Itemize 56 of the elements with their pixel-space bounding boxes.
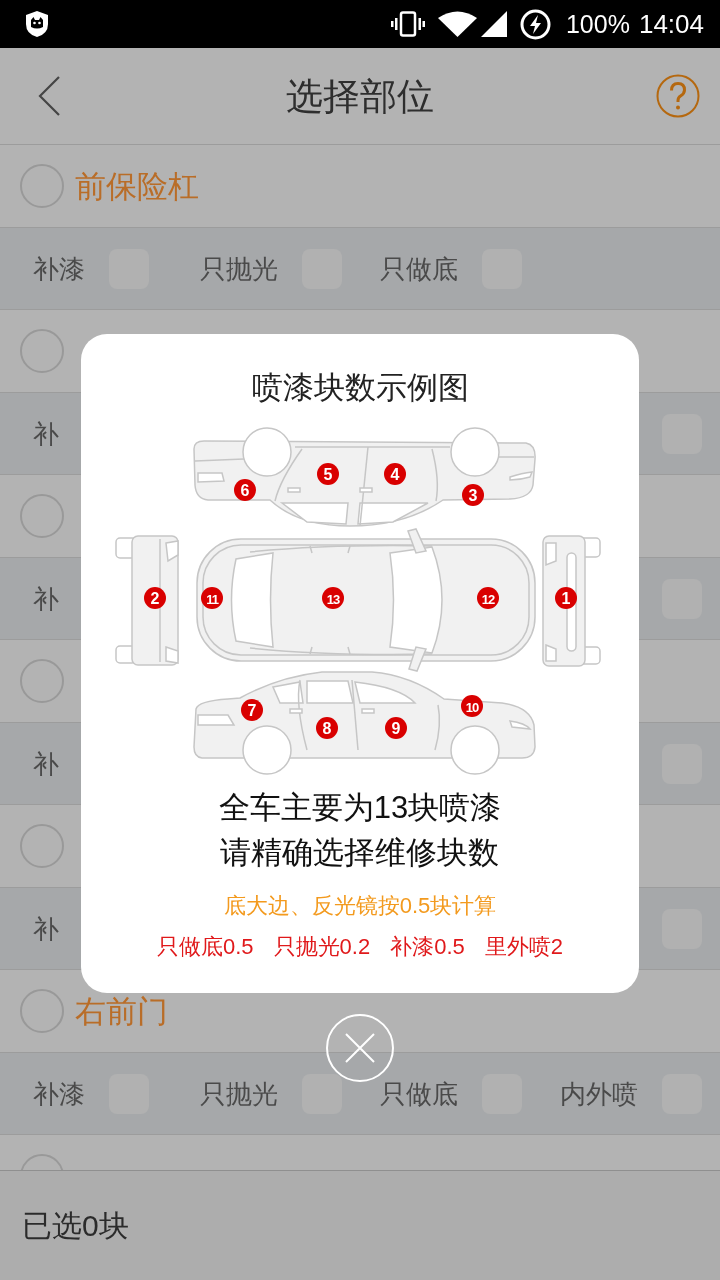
battery-percent: 100% bbox=[565, 11, 630, 37]
close-icon bbox=[345, 1033, 375, 1063]
number-marker: 6 bbox=[234, 479, 256, 501]
signal-icon bbox=[480, 11, 507, 37]
clock-time: 14:04 bbox=[638, 11, 704, 37]
number-marker: 12 bbox=[477, 587, 499, 609]
checkbox[interactable] bbox=[302, 1073, 342, 1114]
help-icon bbox=[656, 74, 700, 118]
radio-button[interactable] bbox=[20, 989, 64, 1033]
selected-count: 已选0块 bbox=[22, 1210, 129, 1241]
help-button[interactable] bbox=[654, 72, 702, 120]
number-marker: 3 bbox=[462, 484, 484, 506]
note-text: 底大边、反光镜按0.5块计算 bbox=[223, 892, 497, 920]
page-title: 选择部位 bbox=[286, 77, 434, 115]
close-button[interactable] bbox=[326, 1014, 394, 1082]
option-label: 补 bbox=[33, 750, 59, 777]
number-marker: 2 bbox=[144, 587, 166, 609]
radio-button[interactable] bbox=[20, 329, 64, 373]
option-label: 补 bbox=[33, 585, 59, 612]
wifi-icon bbox=[437, 11, 477, 37]
back-icon bbox=[38, 76, 60, 116]
number-marker: 10 bbox=[461, 695, 483, 717]
number-marker: 7 bbox=[241, 699, 263, 721]
radio-button[interactable] bbox=[20, 659, 64, 703]
option-label: 只抛光 bbox=[200, 1080, 278, 1107]
number-marker: 5 bbox=[317, 463, 339, 485]
rate-text: 只抛光0.2 bbox=[273, 933, 371, 961]
rate-text: 只做底0.5 bbox=[157, 933, 254, 961]
cat-shield-icon bbox=[25, 10, 49, 38]
number-marker: 11 bbox=[201, 587, 223, 609]
rate-text: 里外喷2 bbox=[484, 933, 563, 961]
dialog-title: 喷漆块数示例图 bbox=[251, 370, 469, 406]
rate-text: 补漆0.5 bbox=[390, 933, 465, 961]
part-title: 右前门 bbox=[75, 995, 168, 1027]
radio-button[interactable] bbox=[20, 164, 64, 208]
option-label: 补 bbox=[33, 420, 59, 447]
number-marker: 13 bbox=[322, 587, 344, 609]
option-label: 补漆 bbox=[33, 1080, 85, 1107]
message-text: 请精确选择维修块数 bbox=[220, 834, 500, 872]
number-marker: 1 bbox=[555, 587, 577, 609]
option-label: 补漆 bbox=[33, 255, 85, 282]
option-label: 补 bbox=[33, 915, 59, 942]
part-title: 前保险杠 bbox=[75, 170, 199, 202]
radio-button[interactable] bbox=[20, 824, 64, 868]
number-marker: 9 bbox=[385, 717, 407, 739]
option-label: 内外喷 bbox=[560, 1080, 638, 1107]
option-label: 只做底 bbox=[380, 1080, 458, 1107]
option-label: 只做底 bbox=[380, 255, 458, 282]
radio-button[interactable] bbox=[20, 494, 64, 538]
radio-button[interactable] bbox=[20, 1154, 64, 1170]
charging-circle-icon bbox=[519, 8, 551, 40]
number-marker: 8 bbox=[316, 717, 338, 739]
message-text: 全车主要为13块喷漆 bbox=[218, 789, 502, 827]
number-marker: 4 bbox=[384, 463, 406, 485]
vibrate-icon bbox=[390, 11, 425, 37]
option-label: 只抛光 bbox=[200, 255, 278, 282]
